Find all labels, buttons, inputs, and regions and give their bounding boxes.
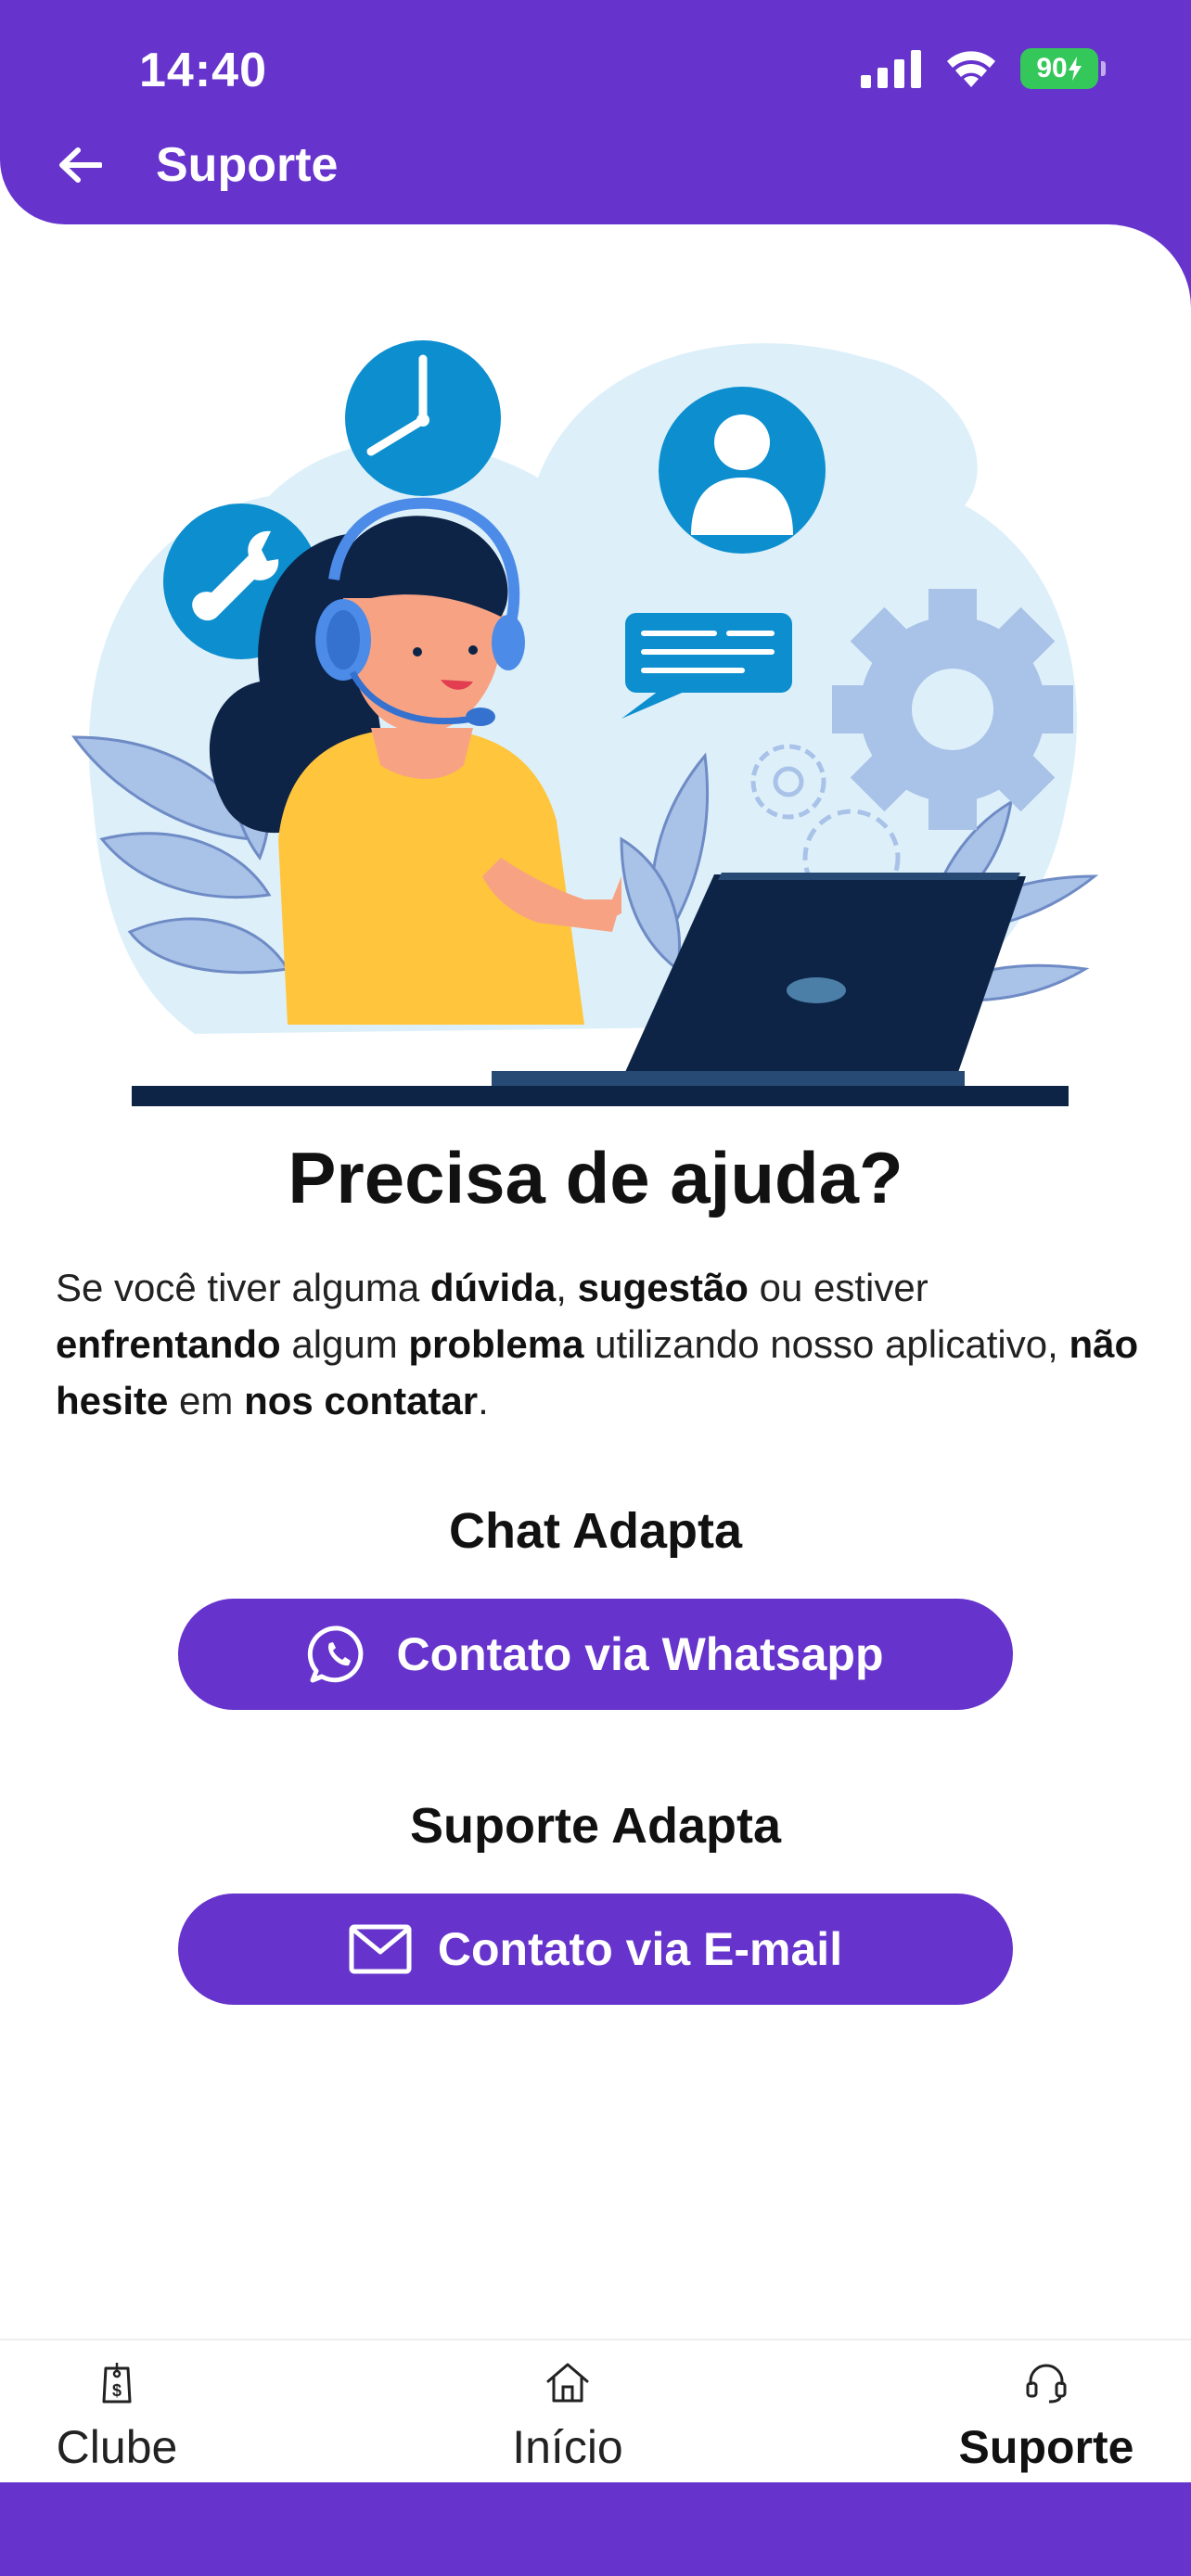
- status-time: 14:40: [139, 44, 267, 97]
- tab-clube[interactable]: $ Clube: [0, 2361, 256, 2474]
- tab-suporte[interactable]: Suporte: [907, 2361, 1185, 2474]
- email-button-label: Contato via E-mail: [437, 1923, 843, 1975]
- battery-level: 90: [1036, 53, 1068, 83]
- arrow-left-icon: [59, 147, 102, 183]
- battery-indicator: 90: [1020, 48, 1106, 89]
- tab-clube-label: Clube: [56, 2421, 178, 2473]
- headset-icon: [1026, 2364, 1067, 2404]
- paragraph-emphasis: nos contatar: [244, 1379, 479, 1422]
- email-section-title: Suporte Adapta: [409, 1798, 782, 1854]
- tab-inicio-label: Início: [512, 2421, 623, 2473]
- svg-text:$: $: [112, 2381, 122, 2400]
- paragraph-text: Se você tiver alguma: [56, 1266, 430, 1309]
- page-title: Suporte: [156, 138, 339, 192]
- paragraph-text: algum: [280, 1322, 409, 1366]
- paragraph-text: .: [478, 1379, 489, 1422]
- charging-bolt-icon: [1068, 57, 1082, 81]
- support-illustration: [71, 340, 1099, 1106]
- mail-icon: [349, 1924, 412, 1974]
- paragraph-text: utilizando nosso aplicativo,: [583, 1322, 1069, 1366]
- whatsapp-contact-button[interactable]: Contato via Whatsapp: [178, 1599, 1013, 1710]
- paragraph-emphasis: dúvida: [429, 1266, 557, 1309]
- bottom-bar-fill: [0, 2482, 1191, 2576]
- tab-inicio[interactable]: Início: [429, 2361, 707, 2474]
- help-paragraph: Se você tiver alguma dúvida, sugestão ou…: [56, 1259, 1141, 1429]
- price-tag-icon: $: [102, 2363, 132, 2404]
- whatsapp-button-label: Contato via Whatsapp: [396, 1628, 884, 1680]
- paragraph-emphasis: enfrentando: [56, 1322, 281, 1366]
- paragraph-emphasis: sugestão: [577, 1266, 749, 1309]
- help-heading: Precisa de ajuda?: [288, 1137, 903, 1218]
- chat-section-title: Chat Adapta: [448, 1503, 742, 1559]
- home-icon: [546, 2363, 589, 2403]
- wifi-icon: [947, 51, 995, 87]
- whatsapp-icon: [308, 1626, 364, 1683]
- paragraph-text: em: [168, 1379, 245, 1422]
- email-contact-button[interactable]: Contato via E-mail: [178, 1894, 1013, 2005]
- tab-suporte-label: Suporte: [958, 2421, 1134, 2473]
- bottom-tab-bar: $ Clube Início Suporte: [0, 2339, 1191, 2484]
- cellular-signal-icon: [861, 50, 921, 88]
- status-icons: 90: [861, 48, 1106, 89]
- paragraph-text: ou estiver: [748, 1266, 928, 1309]
- paragraph-text: ,: [556, 1266, 578, 1309]
- back-button[interactable]: [52, 137, 108, 193]
- paragraph-emphasis: problema: [408, 1322, 584, 1366]
